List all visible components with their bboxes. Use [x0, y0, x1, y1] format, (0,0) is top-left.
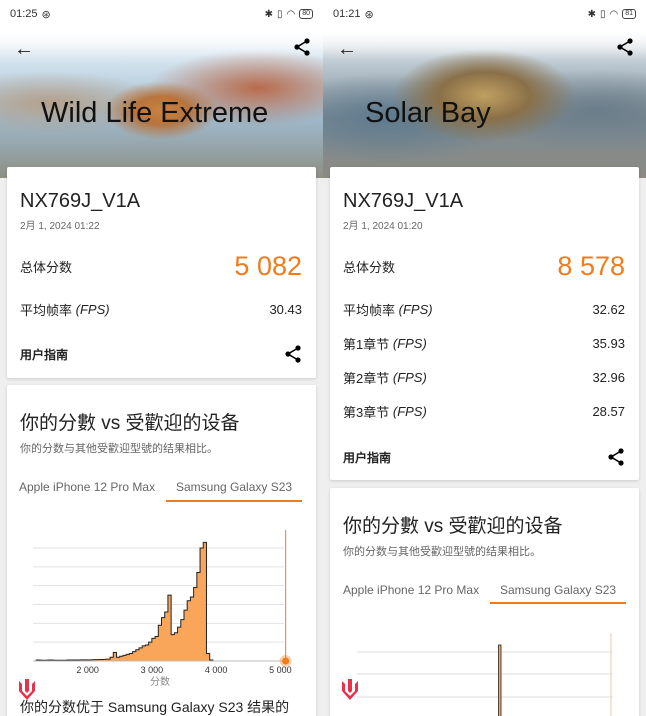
- vibrate-icon: ▯: [599, 8, 606, 20]
- battery-icon: 81: [622, 9, 636, 19]
- comparison-title: 你的分數 vs 受歡迎的设备: [20, 413, 240, 434]
- metric-row: 第1章节 (FPS) 35.93: [343, 334, 625, 353]
- metric-value: 28.57: [592, 404, 625, 419]
- overall-score: 5 082: [234, 251, 302, 281]
- score-row: 总体分数 8 578: [343, 251, 625, 282]
- comparison-result-text: 你的分数优于 Samsung Galaxy S23 结果的: [20, 699, 290, 715]
- benchmark-title: Wild Life Extreme: [41, 97, 269, 129]
- metric-unit: (FPS): [398, 302, 433, 317]
- settings-icon: ⊛: [41, 8, 51, 21]
- status-time: 01:25: [10, 8, 38, 20]
- metric-value: 32.62: [592, 302, 625, 317]
- metric-unit: (FPS): [392, 404, 427, 419]
- share-icon[interactable]: [616, 38, 634, 56]
- tab-samsung-galaxy-s23[interactable]: Samsung Galaxy S23: [500, 583, 616, 597]
- device-name: NX769J_V1A: [20, 190, 141, 212]
- metric-unit: (FPS): [75, 302, 110, 317]
- share-icon[interactable]: [607, 448, 625, 466]
- metric-value: 30.43: [269, 302, 302, 317]
- solar-bay-panel: 01:21 ⊛ ✱ ▯ ◠ 81 ← Solar Bay NX769J_V1A 2月 …: [323, 0, 646, 716]
- result-card: NX769J_V1A 2月 1, 2024 01:20 总体分数 8 578 平均…: [330, 167, 639, 480]
- wild-life-extreme-panel: 01:25 ⊛ ✱ ▯ ◠ 80 ← Wild Life Extreme NX769J…: [0, 0, 323, 716]
- comparison-card: 你的分數 vs 受歡迎的设备 你的分数与其他受歡迎型號的结果相比。 Apple …: [7, 385, 316, 716]
- test-date: 2月 1, 2024 01:20: [343, 221, 423, 232]
- comparison-subtitle: 你的分数与其他受歡迎型號的结果相比。: [20, 443, 218, 455]
- tab-iphone-12-pro-max[interactable]: Apple iPhone 12 Pro Max: [343, 583, 479, 597]
- device-name: NX769J_V1A: [343, 190, 464, 212]
- benchmark-title: Solar Bay: [365, 97, 491, 129]
- settings-icon: ⊛: [364, 8, 374, 21]
- overall-score: 8 578: [557, 251, 625, 281]
- metric-row: 第3章节 (FPS) 28.57: [343, 402, 625, 421]
- comparison-subtitle: 你的分数与其他受歡迎型號的结果相比。: [343, 546, 541, 558]
- tab-samsung-galaxy-s23[interactable]: Samsung Galaxy S23: [176, 480, 292, 494]
- back-arrow-icon[interactable]: ←: [14, 38, 34, 61]
- score-row: 总体分数 5 082: [20, 251, 302, 282]
- bluetooth-icon: ✱: [587, 8, 596, 20]
- vibrate-icon: ▯: [276, 8, 283, 20]
- metric-unit: (FPS): [392, 370, 427, 385]
- redmagic-logo: [342, 679, 358, 700]
- redmagic-logo: [19, 679, 35, 700]
- share-icon[interactable]: [293, 38, 311, 56]
- metric-label: 第2章节: [343, 371, 390, 386]
- active-tab-indicator: [490, 602, 626, 604]
- share-icon[interactable]: [284, 345, 302, 363]
- wifi-icon: ◠: [286, 8, 296, 20]
- tab-iphone-12-pro-max[interactable]: Apple iPhone 12 Pro Max: [19, 480, 155, 494]
- metric-label: 第1章节: [343, 337, 390, 352]
- comparison-title: 你的分數 vs 受歡迎的设备: [343, 516, 563, 537]
- test-date: 2月 1, 2024 01:22: [20, 221, 100, 232]
- user-guide-link[interactable]: 用户指南: [343, 449, 391, 466]
- result-card: NX769J_V1A 2月 1, 2024 01:22 总体分数 5 082 平均…: [7, 167, 316, 378]
- wifi-icon: ◠: [609, 8, 619, 20]
- metric-label: 第3章节: [343, 405, 390, 420]
- user-guide-row[interactable]: 用户指南: [343, 448, 625, 466]
- battery-icon: 80: [299, 9, 313, 19]
- user-guide-row[interactable]: 用户指南: [20, 345, 302, 363]
- metric-row: 第2章节 (FPS) 32.96: [343, 368, 625, 387]
- metric-row: 平均帧率 (FPS) 30.43: [20, 300, 302, 319]
- score-label: 总体分数: [343, 260, 396, 275]
- metric-value: 35.93: [592, 336, 625, 351]
- metric-label: 平均帧率: [343, 303, 396, 318]
- active-tab-indicator: [166, 500, 302, 502]
- bluetooth-icon: ✱: [264, 8, 273, 20]
- comparison-card: 你的分數 vs 受歡迎的设备 你的分数与其他受歡迎型號的结果相比。 Apple …: [330, 488, 639, 716]
- status-bar: 01:25 ⊛ ✱ ▯ ◠ 80: [0, 0, 323, 28]
- user-guide-link[interactable]: 用户指南: [20, 346, 68, 363]
- score-label: 总体分数: [20, 260, 73, 275]
- metric-unit: (FPS): [392, 336, 427, 351]
- metric-label: 平均帧率: [20, 303, 73, 318]
- back-arrow-icon[interactable]: ←: [337, 38, 357, 61]
- status-bar: 01:21 ⊛ ✱ ▯ ◠ 81: [323, 0, 646, 28]
- metric-row: 平均帧率 (FPS) 32.62: [343, 300, 625, 319]
- metric-value: 32.96: [592, 370, 625, 385]
- status-time: 01:21: [333, 8, 361, 20]
